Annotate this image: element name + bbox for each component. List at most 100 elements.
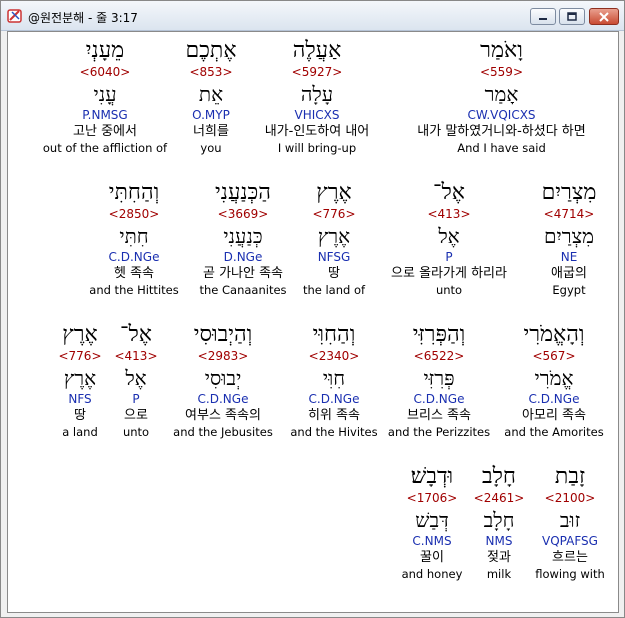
hebrew-word: אֶרֶץ xyxy=(316,180,352,205)
lemma: אֶל xyxy=(438,224,460,248)
word-cell[interactable]: וּדְבָשׁ׃ <1706> דְּבַשׁ C.NMS 꿀이 and ho… xyxy=(394,464,470,581)
strong-number[interactable]: <6522> xyxy=(384,348,494,366)
strong-number[interactable]: <3669> xyxy=(190,206,296,224)
title-bar[interactable]: @원전분해 - 줄 3:17 xyxy=(1,1,624,31)
word-cell[interactable]: אֶרֶץ <776> אֶרֶץ NFSG 땅 the land of xyxy=(298,180,370,297)
english-gloss: And I have said xyxy=(457,141,546,155)
english-gloss: and the Hivites xyxy=(290,425,378,439)
korean-gloss: 헷 족속 xyxy=(113,266,154,281)
app-logo-icon xyxy=(7,8,23,24)
strong-number[interactable]: <776> xyxy=(298,206,370,224)
korean-gloss: 히위 족속 xyxy=(308,408,360,423)
english-gloss: the Canaanites xyxy=(199,283,287,297)
word-cell[interactable]: מֵעָנְיִ <6040> עֳנִי P.NMSG 고난 중에서 out … xyxy=(40,38,170,155)
korean-gloss: 브리스 족속 xyxy=(407,408,471,423)
close-button[interactable] xyxy=(589,8,619,25)
hebrew-word: אֶל־ xyxy=(120,322,152,347)
morphology-code: P xyxy=(132,392,140,406)
hebrew-word: וּדְבָשׁ׃ xyxy=(410,464,454,489)
strong-number[interactable]: <559> xyxy=(393,64,610,82)
interlinear-panel[interactable]: מֵעָנְיִ <6040> עֳנִי P.NMSG 고난 중에서 out … xyxy=(7,31,619,613)
korean-gloss: 젖과 xyxy=(487,550,511,565)
morphology-code: C.D.NGe xyxy=(308,392,360,406)
hebrew-word: וְהַפְּרִזִּי xyxy=(412,322,466,347)
strong-number[interactable]: <853> xyxy=(171,64,251,82)
morphology-code: P xyxy=(445,250,453,264)
english-gloss: and the Hittites xyxy=(89,283,179,297)
minimize-icon xyxy=(539,17,547,20)
hebrew-word: וְהָאֱמֹרִי xyxy=(523,322,585,347)
strong-number[interactable]: <2100> xyxy=(532,490,608,508)
word-cell[interactable]: הַכְּנַעֲנִי <3669> כְּנַעֲנִי D.NGe 곧 가… xyxy=(190,180,296,297)
lemma: אֶרֶץ xyxy=(63,366,97,390)
english-gloss: Egypt xyxy=(552,283,586,297)
strong-number[interactable]: <5927> xyxy=(253,64,381,82)
strong-number[interactable]: <776> xyxy=(52,348,108,366)
maximize-button[interactable] xyxy=(559,8,585,25)
hebrew-word: וָאֹמַר xyxy=(480,38,523,63)
morphology-code: NE xyxy=(560,250,578,264)
word-cell[interactable]: וְהַיְבוּסִי <2983> יְבוּסִי C.D.NGe 여부스… xyxy=(166,322,280,439)
english-gloss: unto xyxy=(435,283,463,297)
english-gloss: out of the affliction of xyxy=(42,141,168,155)
word-cell[interactable]: וְהָאֱמֹרִי <567> אֱמֹרִי C.D.NGe 아모리 족속… xyxy=(500,322,608,439)
strong-number[interactable]: <2983> xyxy=(166,348,280,366)
minimize-button[interactable] xyxy=(530,8,556,25)
close-icon xyxy=(599,11,609,22)
hebrew-word: מִצְרַיִם xyxy=(541,180,597,205)
korean-gloss: 여부스 족속의 xyxy=(185,408,261,423)
korean-gloss: 내가 말하였거니와-하셨다 하면 xyxy=(417,124,586,139)
strong-number[interactable]: <4714> xyxy=(526,206,612,224)
word-cell[interactable]: אֶל־ <413> אֶל P 으로 올라가게 하리라 unto xyxy=(374,180,524,297)
hebrew-word: אַעֲלֶה xyxy=(292,38,342,63)
english-gloss: the land of xyxy=(302,283,366,297)
hebrew-word: וְהַחִתִּי xyxy=(108,180,160,205)
strong-number[interactable]: <1706> xyxy=(394,490,470,508)
word-cell[interactable]: חָלָב <2461> חָלָב NMS 젖과 milk xyxy=(472,464,526,581)
english-gloss: and the Perizzites xyxy=(387,425,491,439)
morphology-code: NMS xyxy=(485,534,513,548)
word-cell[interactable]: אֶתְכֶם <853> אֵת O.MYP 너희를 you xyxy=(171,38,251,155)
word-cell[interactable]: אֶרֶץ <776> אֶרֶץ NFS 땅 a land xyxy=(52,322,108,439)
english-gloss: and honey xyxy=(401,567,463,581)
english-gloss: milk xyxy=(486,567,512,581)
english-gloss: you xyxy=(200,141,222,155)
hebrew-word: אֶל־ xyxy=(433,180,465,205)
lemma: עֳנִי xyxy=(93,82,117,106)
morphology-code: C.D.NGe xyxy=(413,392,465,406)
lemma: יְבוּסִי xyxy=(204,366,242,390)
strong-number[interactable]: <2850> xyxy=(82,206,186,224)
strong-number[interactable]: <6040> xyxy=(40,64,170,82)
morphology-code: C.D.NGe xyxy=(528,392,580,406)
strong-number[interactable]: <413> xyxy=(111,348,161,366)
morphology-code: C.D.NGe xyxy=(197,392,249,406)
morphology-code: CW.VQICXS xyxy=(467,108,536,122)
korean-gloss: 땅 xyxy=(328,266,340,281)
korean-gloss: 고난 중에서 xyxy=(73,124,137,139)
window-title: @원전분해 - 줄 3:17 xyxy=(28,11,138,25)
hebrew-word: חָלָב xyxy=(482,464,516,489)
lemma: פְּרִזִּי xyxy=(423,366,455,390)
word-cell[interactable]: מִצְרַיִם <4714> מִצְרַיִם NE 애굽의 Egypt xyxy=(526,180,612,297)
lemma: אָמַר xyxy=(484,82,519,106)
strong-number[interactable]: <2340> xyxy=(283,348,385,366)
morphology-code: C.D.NGe xyxy=(108,250,160,264)
morphology-code: NFS xyxy=(68,392,92,406)
word-cell[interactable]: וְהַחִוִּי <2340> חִוִּי C.D.NGe 히위 족속 a… xyxy=(283,322,385,439)
maximize-icon xyxy=(567,12,577,21)
hebrew-word: וְהַחִוִּי xyxy=(312,322,356,347)
korean-gloss: 흐르는 xyxy=(552,550,588,565)
word-cell[interactable]: זָבַת <2100> זוּב VQPAFSG 흐르는 flowing wi… xyxy=(532,464,608,581)
word-cell[interactable]: אַעֲלֶה <5927> עָלָה VHICXS 내가-인도하여 내어 I… xyxy=(253,38,381,155)
word-cell[interactable]: וְהַחִתִּי <2850> חִתִּי C.D.NGe 헷 족속 an… xyxy=(82,180,186,297)
word-cell-selected[interactable]: וָאֹמַר <559> אָמַר CW.VQICXS 내가 말하였거니와-… xyxy=(393,38,610,155)
lemma: מִצְרַיִם xyxy=(544,224,594,248)
korean-gloss: 땅 xyxy=(74,408,86,423)
word-cell[interactable]: וְהַפְּרִזִּי <6522> פְּרִזִּי C.D.NGe 브… xyxy=(384,322,494,439)
korean-gloss: 너희를 xyxy=(193,124,229,139)
lemma: עָלָה xyxy=(300,82,334,106)
word-cell[interactable]: אֶל־ <413> אֶל P 으로 unto xyxy=(111,322,161,439)
strong-number[interactable]: <2461> xyxy=(472,490,526,508)
strong-number[interactable]: <567> xyxy=(500,348,608,366)
strong-number[interactable]: <413> xyxy=(374,206,524,224)
